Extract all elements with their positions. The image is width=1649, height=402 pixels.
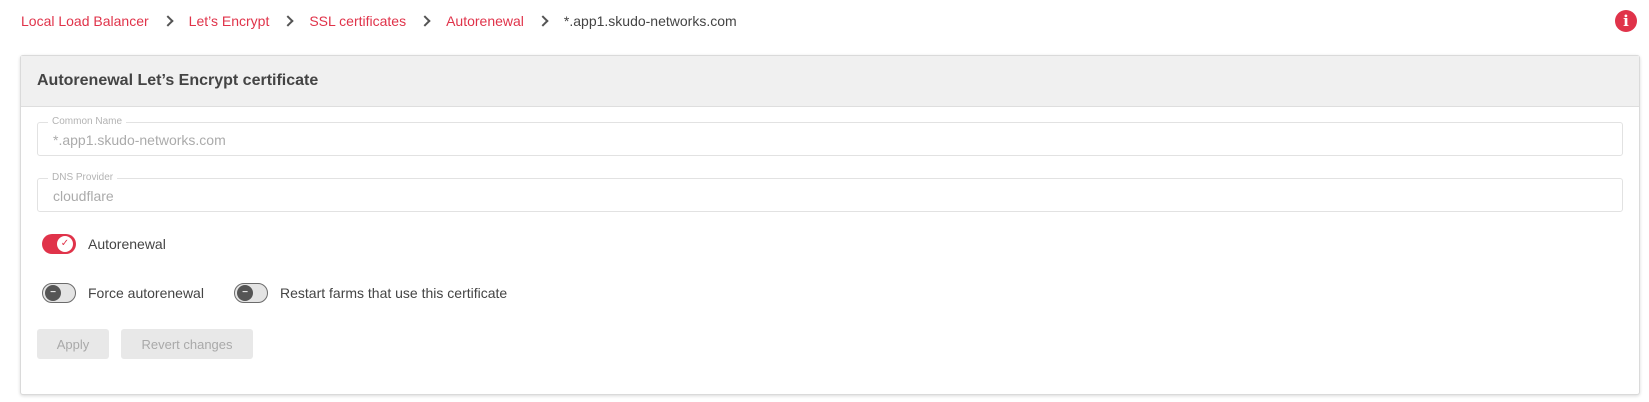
chevron-right-icon	[282, 15, 294, 27]
minus-icon: −	[45, 285, 61, 301]
restart-farms-toggle[interactable]: −	[234, 283, 268, 303]
breadcrumb-autorenewal[interactable]: Autorenewal	[446, 13, 524, 29]
chevron-right-icon	[419, 15, 431, 27]
revert-changes-button[interactable]: Revert changes	[121, 329, 253, 359]
autorenewal-label: Autorenewal	[88, 236, 166, 252]
dns-provider-field: DNS Provider cloudflare	[37, 172, 1623, 212]
autorenewal-toggle[interactable]: ✓	[42, 234, 76, 254]
breadcrumb-ssl-certificates[interactable]: SSL certificates	[309, 13, 406, 29]
apply-button[interactable]: Apply	[37, 329, 109, 359]
autorenewal-card: Autorenewal Let’s Encrypt certificate Co…	[20, 55, 1640, 395]
minus-icon: −	[237, 285, 253, 301]
info-icon[interactable]: i	[1615, 10, 1637, 32]
restart-farms-toggle-row: − Restart farms that use this certificat…	[234, 283, 507, 303]
chevron-right-icon	[537, 15, 549, 27]
breadcrumb-lets-encrypt[interactable]: Let’s Encrypt	[189, 13, 270, 29]
common-name-field: Common Name *.app1.skudo-networks.com	[37, 116, 1623, 156]
chevron-right-icon	[161, 15, 174, 27]
force-autorenewal-toggle[interactable]: −	[42, 283, 76, 303]
force-autorenewal-label: Force autorenewal	[88, 285, 204, 301]
card-title: Autorenewal Let’s Encrypt certificate	[21, 56, 1639, 107]
common-name-value: *.app1.skudo-networks.com	[53, 132, 226, 148]
check-icon: ✓	[57, 236, 73, 252]
breadcrumb-current: *.app1.skudo-networks.com	[563, 13, 737, 29]
force-autorenewal-toggle-row: − Force autorenewal	[42, 283, 204, 303]
restart-farms-label: Restart farms that use this certificate	[280, 285, 508, 301]
dns-provider-label: DNS Provider	[48, 172, 118, 183]
common-name-label: Common Name	[48, 116, 127, 127]
breadcrumb-local-load-balancer[interactable]: Local Load Balancer	[21, 13, 149, 29]
autorenewal-toggle-row: ✓ Autorenewal	[42, 234, 166, 254]
dns-provider-value: cloudflare	[53, 188, 114, 204]
breadcrumb: Local Load Balancer Let’s Encrypt SSL ce…	[0, 0, 1649, 42]
